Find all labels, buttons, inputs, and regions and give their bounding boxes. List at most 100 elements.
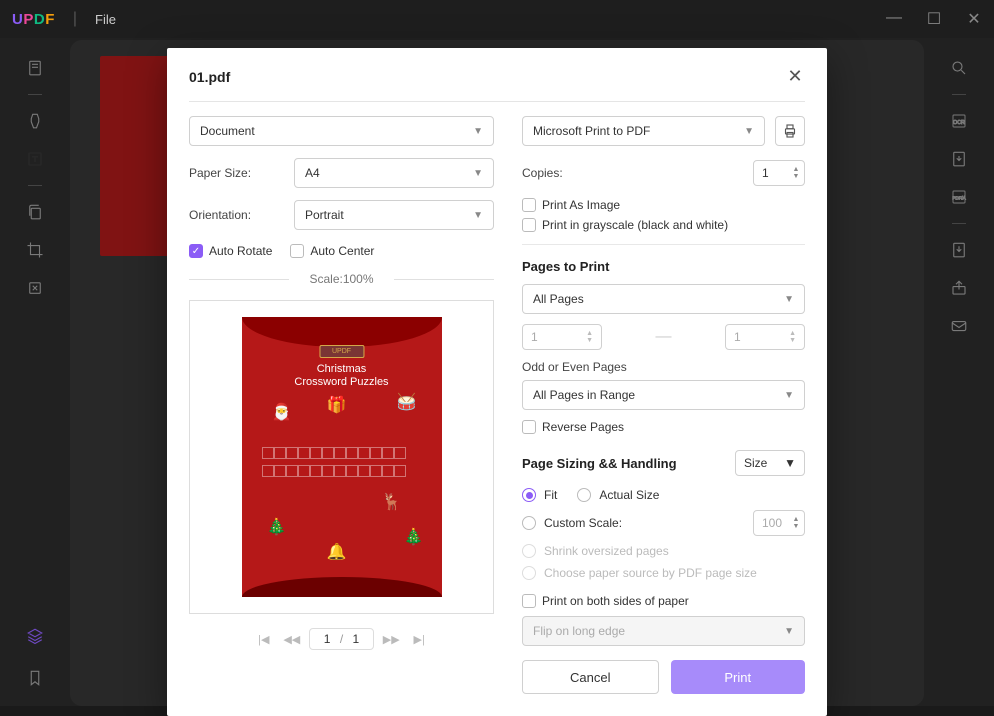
chevron-down-icon: ▼ <box>473 168 483 179</box>
printer-value: Microsoft Print to PDF <box>533 124 650 138</box>
pager-first-icon[interactable]: |◀ <box>253 628 275 650</box>
print-as-image-checkbox[interactable]: Print As Image <box>522 198 805 212</box>
radio-icon <box>522 516 536 530</box>
actual-size-label: Actual Size <box>599 488 659 502</box>
fit-radio[interactable]: Fit <box>522 488 557 502</box>
file-menu[interactable]: File <box>95 12 116 27</box>
pager-display: 1 / 1 <box>309 628 374 650</box>
pager-sep: / <box>340 632 343 646</box>
sizing-section-title: Page Sizing && Handling <box>522 456 677 471</box>
maximize-icon[interactable]: ☐ <box>926 9 942 29</box>
copies-input[interactable] <box>754 166 788 180</box>
app-logo: UPDF <box>12 11 55 28</box>
paper-size-select[interactable]: A4 ▼ <box>294 158 494 188</box>
copies-label: Copies: <box>522 166 563 180</box>
checkbox-checked-icon: ✓ <box>189 244 203 258</box>
both-sides-label: Print on both sides of paper <box>542 594 689 608</box>
cancel-button[interactable]: Cancel <box>522 660 659 694</box>
odd-even-select[interactable]: All Pages in Range ▼ <box>522 380 805 410</box>
spinner-down-icon[interactable]: ▼ <box>788 523 804 530</box>
chevron-down-icon: ▼ <box>784 626 794 637</box>
orientation-label: Orientation: <box>189 208 284 222</box>
pager-total: 1 <box>353 632 360 646</box>
checkbox-icon <box>290 244 304 258</box>
page-preview: UPDF ChristmasCrossword Puzzles 🎅 🎁 🥁 🦌 … <box>242 317 442 597</box>
close-window-icon[interactable]: ✕ <box>966 9 982 29</box>
odd-even-value: All Pages in Range <box>533 388 635 402</box>
choose-paper-label: Choose paper source by PDF page size <box>544 566 757 580</box>
custom-scale-stepper[interactable]: ▲▼ <box>753 510 805 536</box>
checkbox-icon <box>522 594 536 608</box>
preview-brand: UPDF <box>319 345 364 358</box>
flip-value: Flip on long edge <box>533 624 625 638</box>
print-dialog: 01.pdf ✕ Document ▼ Paper Size: A4 ▼ <box>167 48 827 716</box>
dialog-header: 01.pdf ✕ <box>189 66 805 102</box>
chevron-down-icon: ▼ <box>744 126 754 137</box>
auto-rotate-checkbox[interactable]: ✓ Auto Rotate <box>189 244 272 258</box>
document-type-select[interactable]: Document ▼ <box>189 116 494 146</box>
window-controls: — ☐ ✕ <box>886 9 982 29</box>
both-sides-checkbox[interactable]: Print on both sides of paper <box>522 594 805 608</box>
printer-select[interactable]: Microsoft Print to PDF ▼ <box>522 116 765 146</box>
size-mode-value: Size <box>744 456 767 470</box>
spinner-up-icon[interactable]: ▲ <box>586 330 593 337</box>
pages-section-title: Pages to Print <box>522 259 805 274</box>
copies-stepper[interactable]: ▲▼ <box>753 160 805 186</box>
paper-size-label: Paper Size: <box>189 166 284 180</box>
spinner-down-icon[interactable]: ▼ <box>788 173 804 180</box>
orientation-select[interactable]: Portrait ▼ <box>294 200 494 230</box>
pager-last-icon[interactable]: ▶| <box>408 628 430 650</box>
preview-title: ChristmasCrossword Puzzles <box>242 363 442 389</box>
orientation-value: Portrait <box>305 208 344 222</box>
pager: |◀ ◀◀ 1 / 1 ▶▶ ▶| <box>189 628 494 650</box>
custom-scale-label: Custom Scale: <box>544 516 622 530</box>
printer-settings-icon[interactable] <box>775 116 805 146</box>
size-mode-select[interactable]: Size ▼ <box>735 450 805 476</box>
print-button[interactable]: Print <box>671 660 806 694</box>
actual-size-radio[interactable]: Actual Size <box>577 488 659 502</box>
custom-scale-input[interactable] <box>754 516 788 530</box>
reverse-pages-checkbox[interactable]: Reverse Pages <box>522 420 805 434</box>
auto-center-checkbox[interactable]: Auto Center <box>290 244 374 258</box>
print-as-image-label: Print As Image <box>542 198 620 212</box>
spinner-up-icon[interactable]: ▲ <box>788 166 804 173</box>
auto-rotate-label: Auto Rotate <box>209 244 272 258</box>
range-to-input[interactable]: 1 ▲▼ <box>725 324 805 350</box>
pages-value: All Pages <box>533 292 584 306</box>
preview-container: UPDF ChristmasCrossword Puzzles 🎅 🎁 🥁 🦌 … <box>189 300 494 614</box>
spinner-up-icon[interactable]: ▲ <box>789 330 796 337</box>
fit-label: Fit <box>544 488 557 502</box>
auto-center-label: Auto Center <box>310 244 374 258</box>
pages-select[interactable]: All Pages ▼ <box>522 284 805 314</box>
radio-disabled-icon <box>522 544 536 558</box>
spinner-down-icon[interactable]: ▼ <box>789 337 796 344</box>
paper-size-value: A4 <box>305 166 320 180</box>
pager-prev-icon[interactable]: ◀◀ <box>281 628 303 650</box>
spinner-up-icon[interactable]: ▲ <box>788 516 804 523</box>
radio-disabled-icon <box>522 566 536 580</box>
flip-select: Flip on long edge ▼ <box>522 616 805 646</box>
chevron-down-icon: ▼ <box>784 294 794 305</box>
titlebar: UPDF | File — ☐ ✕ <box>0 0 994 38</box>
print-grayscale-checkbox[interactable]: Print in grayscale (black and white) <box>522 218 805 232</box>
close-icon[interactable]: ✕ <box>785 66 805 87</box>
chevron-down-icon: ▼ <box>473 210 483 221</box>
range-from-value: 1 <box>531 330 538 344</box>
scale-label: Scale:100% <box>189 272 494 286</box>
range-to-value: 1 <box>734 330 741 344</box>
chevron-down-icon: ▼ <box>784 390 794 401</box>
shrink-radio: Shrink oversized pages <box>522 544 805 558</box>
dialog-overlay: 01.pdf ✕ Document ▼ Paper Size: A4 ▼ <box>0 38 994 706</box>
chevron-down-icon: ▼ <box>784 456 796 470</box>
left-column: Document ▼ Paper Size: A4 ▼ Orientation: <box>189 116 494 694</box>
pager-next-icon[interactable]: ▶▶ <box>380 628 402 650</box>
custom-scale-radio[interactable]: Custom Scale: <box>522 516 622 530</box>
range-from-input[interactable]: 1 ▲▼ <box>522 324 602 350</box>
main-area: OCR PDF/A 01.pdf ✕ Document ▼ <box>0 38 994 706</box>
odd-even-label: Odd or Even Pages <box>522 360 805 374</box>
spinner-down-icon[interactable]: ▼ <box>586 337 593 344</box>
separator: | <box>73 10 77 28</box>
checkbox-icon <box>522 420 536 434</box>
right-column: Microsoft Print to PDF ▼ Copies: ▲▼ <box>522 116 805 694</box>
minimize-icon[interactable]: — <box>886 9 902 29</box>
